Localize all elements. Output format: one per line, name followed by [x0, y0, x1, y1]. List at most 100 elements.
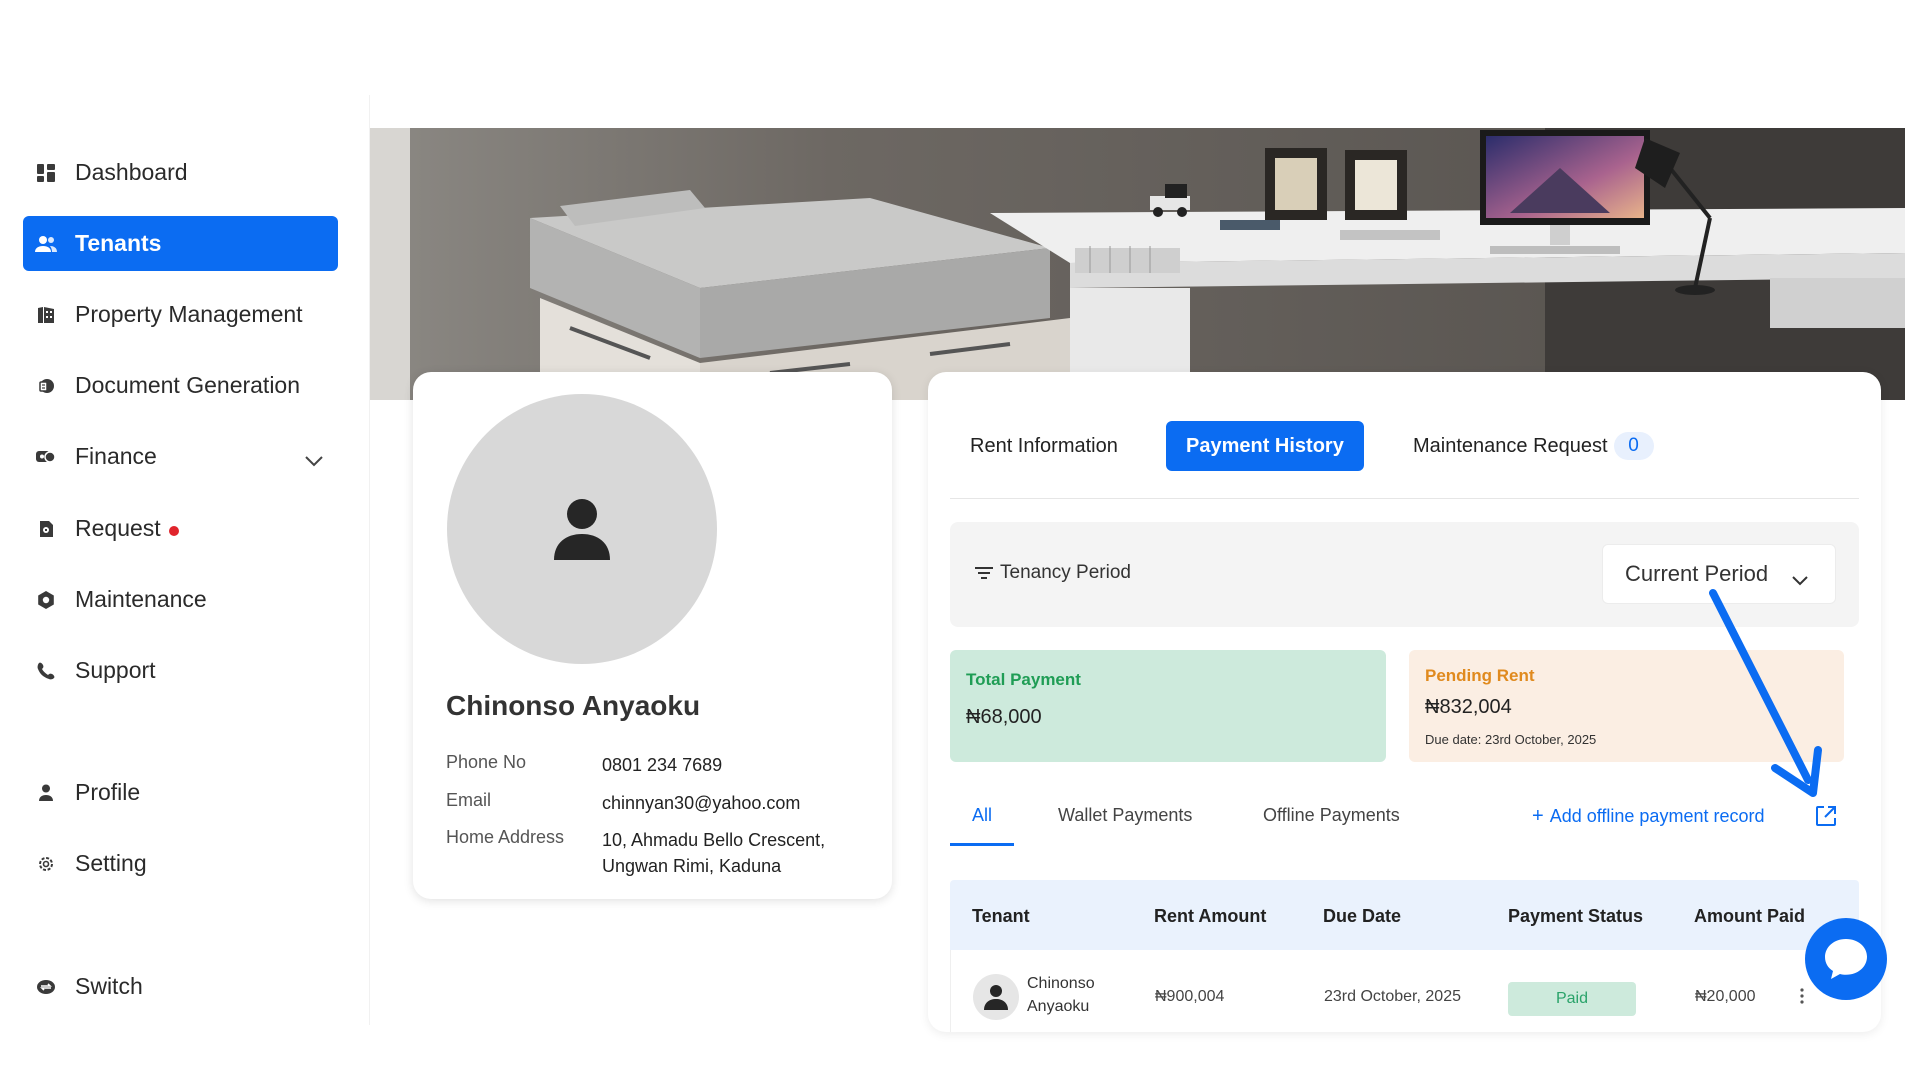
dashboard-icon — [35, 162, 57, 184]
chat-support-button[interactable] — [1805, 918, 1887, 1000]
tab-label: Maintenance Request — [1413, 434, 1608, 457]
tab-payment-history[interactable]: Payment History — [1166, 421, 1364, 471]
payment-table-header: Tenant Rent Amount Due Date Payment Stat… — [950, 880, 1859, 950]
sidebar-item-document-generation[interactable]: Document Generation — [23, 358, 338, 413]
sidebar-item-label: Tenants — [75, 230, 162, 256]
subtab-all[interactable]: All — [972, 805, 992, 826]
selected-period: Current Period — [1625, 561, 1769, 586]
rent-amount-cell: ₦900,004 — [1155, 988, 1225, 1005]
due-date-cell: 23rd October, 2025 — [1324, 988, 1461, 1005]
sidebar-item-request[interactable]: Request — [23, 501, 338, 556]
phone-value: 0801 234 7689 — [602, 755, 723, 775]
sidebar-item-label: Setting — [75, 850, 147, 876]
finance-icon — [35, 446, 57, 468]
filter-icon — [975, 567, 993, 579]
total-payment-title: Total Payment — [966, 670, 1081, 689]
subtab-wallet-payments[interactable]: Wallet Payments — [1058, 805, 1192, 826]
sidebar: Dashboard Tenants Property Management Do… — [0, 95, 370, 1025]
pending-rent-title: Pending Rent — [1425, 666, 1535, 685]
property-banner-image — [370, 128, 1905, 400]
more-options-icon[interactable] — [1799, 988, 1805, 1009]
sidebar-item-label: Property Management — [75, 301, 303, 327]
column-header-due-date: Due Date — [1323, 906, 1402, 926]
sidebar-item-label: Request — [75, 515, 161, 541]
request-icon — [35, 518, 57, 540]
avatar — [447, 394, 717, 664]
person-icon — [984, 985, 1008, 1010]
maintenance-count-badge: 0 — [1613, 432, 1654, 460]
tenant-cell: Chinonso Anyaoku — [1027, 972, 1095, 1018]
pending-rent-card: Pending Rent ₦832,004 Due date: 23rd Oct… — [1409, 650, 1844, 762]
gear-icon — [35, 853, 57, 875]
tenant-details-panel: Rent Information Payment History Mainten… — [928, 372, 1881, 1032]
sidebar-item-finance[interactable]: Finance — [23, 429, 338, 484]
tab-rent-information[interactable]: Rent Information — [950, 421, 1138, 471]
divider — [950, 498, 1859, 499]
email-label: Email — [446, 790, 492, 810]
pending-rent-value: ₦832,004 — [1425, 696, 1512, 718]
sidebar-item-label: Dashboard — [75, 159, 188, 185]
amount-paid-cell: ₦20,000 — [1695, 988, 1756, 1005]
add-offline-payment-button[interactable]: + Add offline payment record — [1532, 805, 1764, 828]
pending-due-date: Due date: 23rd October, 2025 — [1425, 732, 1597, 747]
sidebar-item-tenants[interactable]: Tenants — [23, 216, 338, 271]
tenant-profile-card: Chinonso Anyaoku Phone No 0801 234 7689 … — [413, 372, 892, 899]
tenant-last-name: Anyaoku — [1027, 998, 1090, 1015]
column-header-payment-status: Payment Status — [1508, 906, 1644, 926]
email-row: Email chinnyan30@yahoo.com — [446, 790, 862, 816]
phone-icon — [35, 660, 57, 682]
sidebar-item-switch[interactable]: Switch — [23, 959, 338, 1014]
tab-label: Payment History — [1186, 434, 1344, 457]
sidebar-item-label: Maintenance — [75, 586, 207, 612]
sidebar-item-label: Finance — [75, 443, 157, 469]
chevron-down-icon — [1791, 567, 1809, 593]
total-payment-card: Total Payment ₦68,000 — [950, 650, 1386, 762]
external-link-icon[interactable] — [1814, 804, 1838, 833]
plus-icon: + — [1532, 805, 1544, 827]
avatar — [973, 974, 1019, 1020]
status-badge: Paid — [1508, 982, 1636, 1016]
notification-dot — [168, 525, 179, 536]
add-offline-label: Add offline payment record — [1549, 806, 1765, 826]
subtab-offline-payments[interactable]: Offline Payments — [1263, 805, 1400, 826]
sidebar-item-label: Document Generation — [75, 372, 301, 398]
active-subtab-indicator — [950, 843, 1014, 846]
column-header-rent-amount: Rent Amount — [1154, 906, 1267, 926]
address-value: 10, Ahmadu Bello Crescent, Ungwan Rimi, … — [602, 830, 826, 876]
address-label: Home Address — [446, 827, 565, 847]
tab-maintenance-request[interactable]: Maintenance Request 0 — [1393, 421, 1674, 471]
switch-icon — [35, 976, 57, 998]
tenant-name: Chinonso Anyaoku — [446, 690, 701, 721]
chat-bubble-icon — [1825, 939, 1867, 979]
sidebar-item-label: Profile — [75, 779, 141, 805]
tab-label: Rent Information — [970, 434, 1118, 457]
filter-label-text: Tenancy Period — [1000, 562, 1131, 583]
column-header-tenant: Tenant — [972, 906, 1030, 926]
table-row[interactable]: Chinonso Anyaoku ₦900,004 23rd October, … — [950, 950, 1859, 1032]
phone-label: Phone No — [446, 752, 527, 772]
address-row: Home Address 10, Ahmadu Bello Crescent, … — [446, 827, 862, 879]
chevron-down-icon[interactable] — [304, 446, 324, 473]
document-icon — [35, 375, 57, 397]
person-icon — [554, 499, 610, 560]
sidebar-item-maintenance[interactable]: Maintenance — [23, 572, 338, 627]
sidebar-item-setting[interactable]: Setting — [23, 836, 338, 891]
sidebar-item-dashboard[interactable]: Dashboard — [23, 145, 338, 200]
sidebar-item-property-management[interactable]: Property Management — [23, 287, 338, 342]
building-icon — [35, 304, 57, 326]
sidebar-item-profile[interactable]: Profile — [23, 765, 338, 820]
person-icon — [35, 782, 57, 804]
tenancy-period-select[interactable]: Current Period — [1602, 544, 1836, 604]
column-header-amount-paid: Amount Paid — [1694, 906, 1805, 926]
total-payment-value: ₦68,000 — [966, 706, 1042, 728]
maintenance-icon — [35, 589, 57, 611]
users-icon — [35, 233, 57, 255]
sidebar-item-label: Support — [75, 657, 156, 683]
sidebar-item-label: Switch — [75, 973, 143, 999]
phone-row: Phone No 0801 234 7689 — [446, 752, 862, 778]
sidebar-item-support[interactable]: Support — [23, 643, 338, 698]
tenant-first-name: Chinonso — [1027, 975, 1095, 992]
tenancy-filter-bar: Tenancy Period Current Period — [950, 522, 1859, 627]
filter-label: Tenancy Period — [974, 562, 1131, 584]
email-value: chinnyan30@yahoo.com — [602, 793, 801, 813]
